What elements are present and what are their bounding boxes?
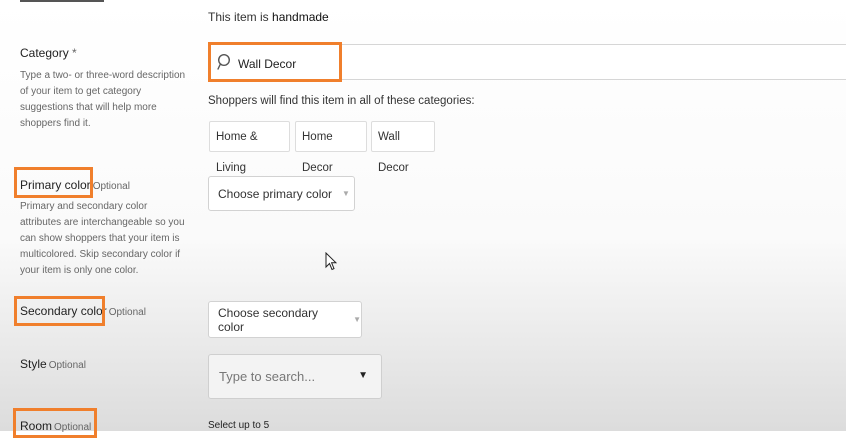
- category-chip-home-decor: Home Decor: [295, 121, 367, 174]
- secondary-color-select[interactable]: Choose secondary color ▼: [208, 301, 362, 338]
- category-description: Type a two- or three-word description of…: [20, 70, 186, 129]
- room-highlight-box: [13, 408, 97, 438]
- category-chip-home-living: Home & Living: [209, 121, 290, 174]
- style-search-input[interactable]: Type to search... ▼: [208, 354, 382, 399]
- chevron-down-icon: ▼: [353, 315, 361, 324]
- shoppers-categories-text: Shoppers will find this item in all of t…: [208, 95, 475, 107]
- chevron-down-icon: ▼: [358, 370, 368, 381]
- handmade-text: This item is handmade: [208, 10, 329, 24]
- handmade-value: handmade: [272, 10, 329, 24]
- primary-color-highlight-box: [14, 167, 93, 198]
- category-highlight-box: [208, 42, 342, 82]
- primary-color-description: Primary and secondary color attributes a…: [20, 201, 185, 276]
- category-label: Category *: [20, 46, 77, 60]
- mouse-pointer-icon: [325, 252, 337, 271]
- chevron-down-icon: ▼: [342, 189, 350, 198]
- primary-color-select[interactable]: Choose primary color ▼: [208, 176, 355, 211]
- top-divider: [20, 0, 104, 2]
- category-chip-wall-decor: Wall Decor: [371, 121, 435, 174]
- secondary-color-highlight-box: [14, 296, 105, 326]
- room-select-hint: Select up to 5: [208, 420, 270, 431]
- style-label: Style Optional: [20, 357, 86, 371]
